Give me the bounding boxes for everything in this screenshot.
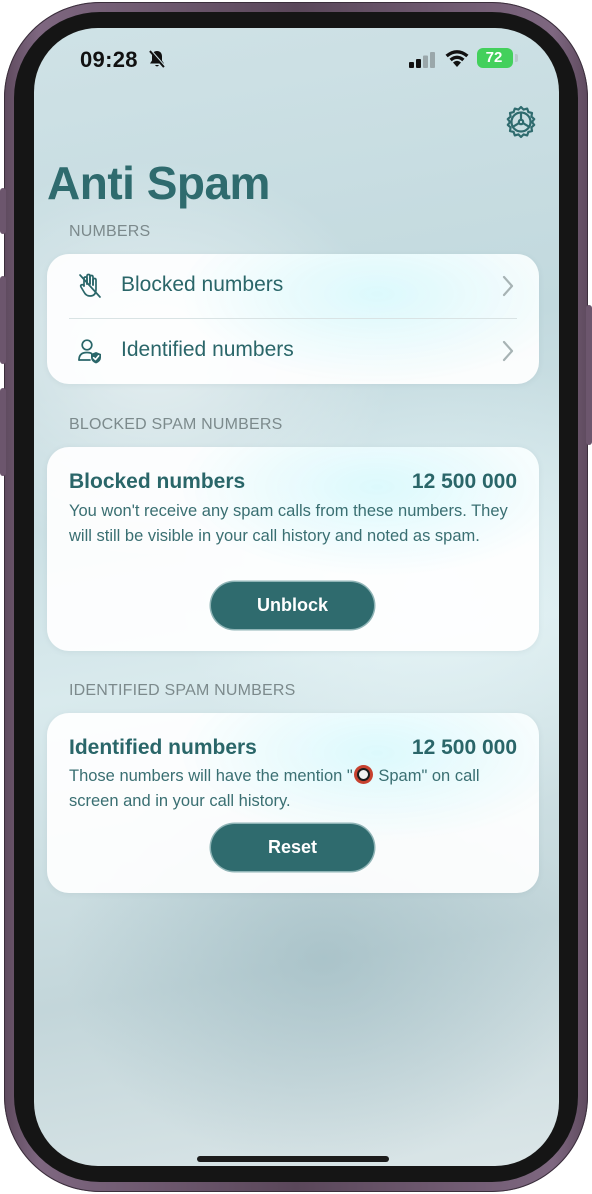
volume-up-button	[0, 276, 6, 364]
identified-description: Those numbers will have the mention " Sp…	[69, 764, 521, 814]
identified-numbers-row[interactable]: Identified numbers	[47, 319, 539, 383]
chevron-right-icon	[502, 340, 514, 362]
section-label-numbers: NUMBERS	[69, 223, 151, 240]
status-bar: 09:28 72	[34, 28, 559, 88]
identified-card-title: Identified numbers	[69, 736, 257, 759]
blocked-numbers-row[interactable]: Blocked numbers	[47, 254, 539, 318]
home-indicator	[197, 1156, 389, 1162]
unblock-button[interactable]: Unblock	[211, 582, 374, 629]
description-spam-word: Spam	[373, 767, 422, 785]
bell-muted-icon	[149, 49, 166, 68]
battery-icon: 72	[477, 48, 513, 68]
numbers-card: Blocked numbers Identified numbers	[47, 254, 539, 384]
battery-level: 72	[485, 49, 503, 66]
power-button	[586, 305, 592, 445]
blocked-spam-card: Blocked numbers 12 500 000 You won't rec…	[47, 447, 539, 651]
volume-down-button	[0, 388, 6, 476]
blocked-description: You won't receive any spam calls from th…	[69, 502, 508, 545]
page-title: Anti Spam	[47, 157, 270, 209]
blocked-card-title: Blocked numbers	[69, 470, 246, 493]
screen: 09:28 72 Anti Spam NUMBERS Blocked numbe…	[34, 28, 559, 1166]
wifi-icon	[445, 50, 469, 67]
reset-button[interactable]: Reset	[211, 824, 374, 871]
identified-count: 12 500 000	[411, 736, 517, 759]
hand-blocked-icon	[79, 273, 101, 298]
no-phone-icon	[353, 765, 373, 784]
cellular-signal-icon	[409, 52, 435, 68]
section-label-identified-spam: IDENTIFIED SPAM NUMBERS	[69, 682, 296, 699]
blocked-numbers-label: Blocked numbers	[121, 273, 284, 296]
section-label-blocked-spam: BLOCKED SPAM NUMBERS	[69, 416, 283, 433]
action-button	[0, 188, 6, 234]
identified-numbers-label: Identified numbers	[121, 338, 294, 361]
status-time: 09:28	[80, 47, 138, 72]
identified-spam-card: Identified numbers 12 500 000 Those numb…	[47, 713, 539, 893]
chevron-right-icon	[502, 275, 514, 297]
gear-icon[interactable]	[503, 104, 539, 140]
blocked-count: 12 500 000	[411, 470, 517, 493]
battery-cap	[515, 54, 518, 62]
person-check-icon	[78, 339, 101, 364]
description-text-before: Those numbers will have the mention "	[69, 767, 353, 785]
